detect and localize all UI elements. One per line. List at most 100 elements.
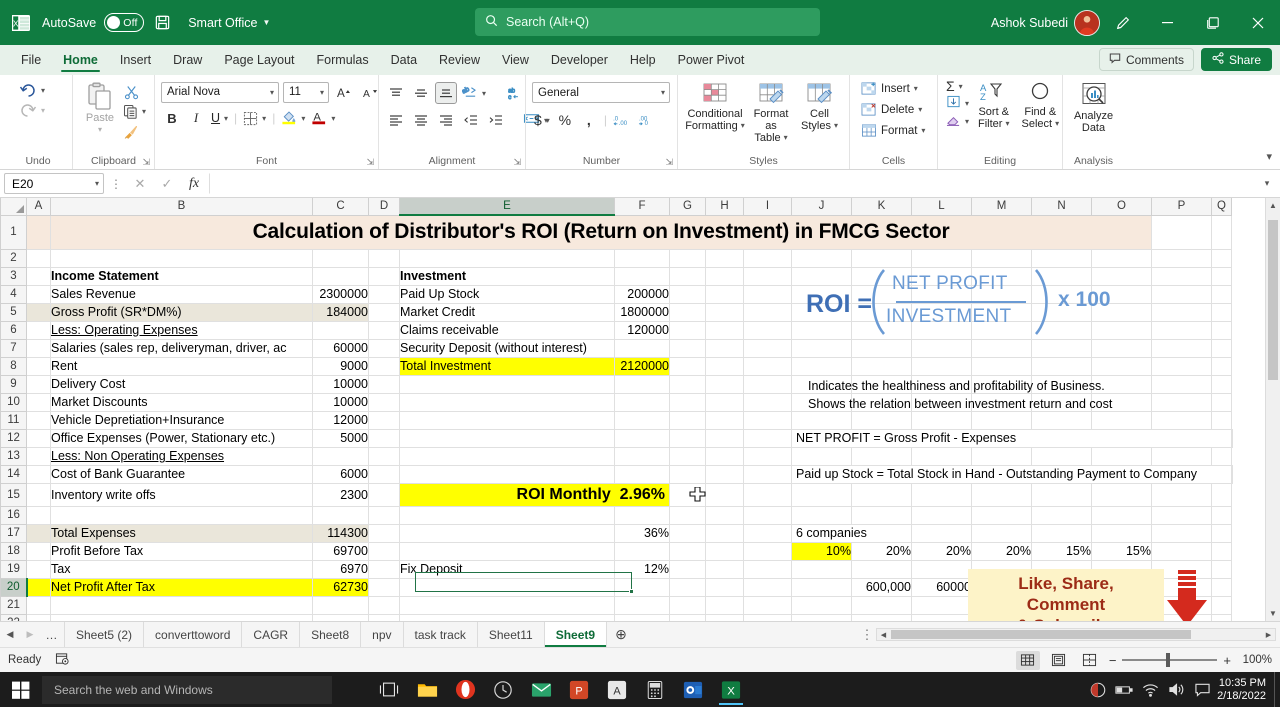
cell-F3[interactable] (615, 267, 670, 285)
cell-M16[interactable] (972, 506, 1032, 524)
cell-H22[interactable] (706, 614, 744, 621)
cell-C15[interactable]: 2300 (313, 483, 369, 506)
cell-L15[interactable] (912, 483, 972, 506)
cell-K18[interactable]: 20% (852, 542, 912, 560)
cell-H2[interactable] (706, 249, 744, 267)
cell-D13[interactable] (369, 447, 400, 465)
cell-E8[interactable]: Total Investment (400, 357, 615, 375)
cell-D3[interactable] (369, 267, 400, 285)
cell-A8[interactable] (27, 357, 51, 375)
cell-I7[interactable] (744, 339, 792, 357)
cell-C11[interactable]: 12000 (313, 411, 369, 429)
cell-A9[interactable] (27, 375, 51, 393)
clear-button[interactable]: ▾ (944, 113, 971, 130)
sort-filter-button[interactable]: AZ Sort & Filter▾ (973, 78, 1014, 132)
cell-O13[interactable] (1092, 447, 1152, 465)
cell-O11[interactable] (1092, 411, 1152, 429)
col-header-H[interactable]: H (706, 198, 744, 215)
cell-O3[interactable] (1092, 267, 1152, 285)
battery-icon[interactable] (1111, 672, 1137, 707)
cell-D20[interactable] (369, 578, 400, 596)
cell-J14-note[interactable]: Paid up Stock = Total Stock in Hand - Ou… (792, 465, 1232, 483)
cell-C8[interactable]: 9000 (313, 357, 369, 375)
cell-P2[interactable] (1152, 249, 1212, 267)
row-header-6[interactable]: 6 (1, 321, 27, 339)
cell-A15[interactable] (27, 483, 51, 506)
close-button[interactable] (1235, 0, 1280, 45)
row-header-10[interactable]: 10 (1, 393, 27, 411)
row-header-9[interactable]: 9 (1, 375, 27, 393)
cell-Q16[interactable] (1212, 506, 1232, 524)
cell-L17[interactable] (912, 524, 972, 542)
tab-insert[interactable]: Insert (109, 45, 162, 75)
cell-H9[interactable] (706, 375, 744, 393)
cell-Q18[interactable] (1212, 542, 1232, 560)
cell-Q9[interactable] (1212, 375, 1232, 393)
cell-K4[interactable] (852, 285, 912, 303)
cell-J20[interactable] (792, 578, 852, 596)
row-header-21[interactable]: 21 (1, 596, 27, 614)
cell-A7[interactable] (27, 339, 51, 357)
cell-K13[interactable] (852, 447, 912, 465)
confirm-icon[interactable]: ✓ (155, 173, 179, 194)
scroll-right-icon[interactable]: ▶ (1262, 631, 1275, 639)
row-header-2[interactable]: 2 (1, 249, 27, 267)
cell-A3[interactable] (27, 267, 51, 285)
cell-I21[interactable] (744, 596, 792, 614)
cell-I5[interactable] (744, 303, 792, 321)
cell-P15[interactable] (1152, 483, 1212, 506)
cell-E18[interactable] (400, 542, 615, 560)
cell-G16[interactable] (670, 506, 706, 524)
cell-B19[interactable]: Tax (51, 560, 313, 578)
cell-G14[interactable] (670, 465, 706, 483)
wifi-icon[interactable] (1137, 672, 1163, 707)
col-header-G[interactable]: G (670, 198, 706, 215)
cell-F19[interactable]: 12% (615, 560, 670, 578)
cell-D9[interactable] (369, 375, 400, 393)
cell-M5[interactable] (972, 303, 1032, 321)
col-header-N[interactable]: N (1032, 198, 1092, 215)
cell-E21[interactable] (400, 596, 615, 614)
tab-help[interactable]: Help (619, 45, 667, 75)
cell-A2[interactable] (27, 249, 51, 267)
zoom-out-button[interactable]: − (1109, 653, 1117, 668)
cell-D16[interactable] (369, 506, 400, 524)
cell-F8[interactable]: 2120000 (615, 357, 670, 375)
cell-B8[interactable]: Rent (51, 357, 313, 375)
cell-I14[interactable] (744, 465, 792, 483)
format-painter-icon[interactable] (121, 120, 143, 142)
increase-indent-button[interactable] (485, 109, 507, 131)
row-header-12[interactable]: 12 (1, 429, 27, 447)
cell-H19[interactable] (706, 560, 744, 578)
cell-K19[interactable] (852, 560, 912, 578)
cell-J7[interactable] (792, 339, 852, 357)
cell-K20[interactable]: 600,000 (852, 578, 912, 596)
cell-F21[interactable] (615, 596, 670, 614)
tab-review[interactable]: Review (428, 45, 491, 75)
document-title[interactable]: Smart Office ▼ (188, 16, 270, 30)
calculator-icon[interactable] (638, 673, 672, 706)
cell-B20[interactable]: Net Profit After Tax (51, 578, 313, 596)
cell-O8[interactable] (1092, 357, 1152, 375)
cell-M17[interactable] (972, 524, 1032, 542)
cell-P18[interactable] (1152, 542, 1212, 560)
zoom-level[interactable]: 100% (1238, 654, 1272, 666)
cell-D8[interactable] (369, 357, 400, 375)
insert-function-icon[interactable]: fx (182, 173, 206, 194)
cell-I13[interactable] (744, 447, 792, 465)
row-header-4[interactable]: 4 (1, 285, 27, 303)
cell-D7[interactable] (369, 339, 400, 357)
cell-B18[interactable]: Profit Before Tax (51, 542, 313, 560)
cell-C12[interactable]: 5000 (313, 429, 369, 447)
formula-input[interactable] (209, 173, 1255, 194)
cell-C6[interactable] (313, 321, 369, 339)
cell-Q19[interactable] (1212, 560, 1232, 578)
cell-I17[interactable] (744, 524, 792, 542)
cell-D12[interactable] (369, 429, 400, 447)
cell-E12[interactable] (400, 429, 615, 447)
clock-icon[interactable] (486, 673, 520, 706)
nav-prev-icon[interactable]: ◀ (0, 622, 20, 647)
cell-F13[interactable] (615, 447, 670, 465)
cell-P3[interactable] (1152, 267, 1212, 285)
italic-button[interactable]: I (185, 107, 207, 129)
